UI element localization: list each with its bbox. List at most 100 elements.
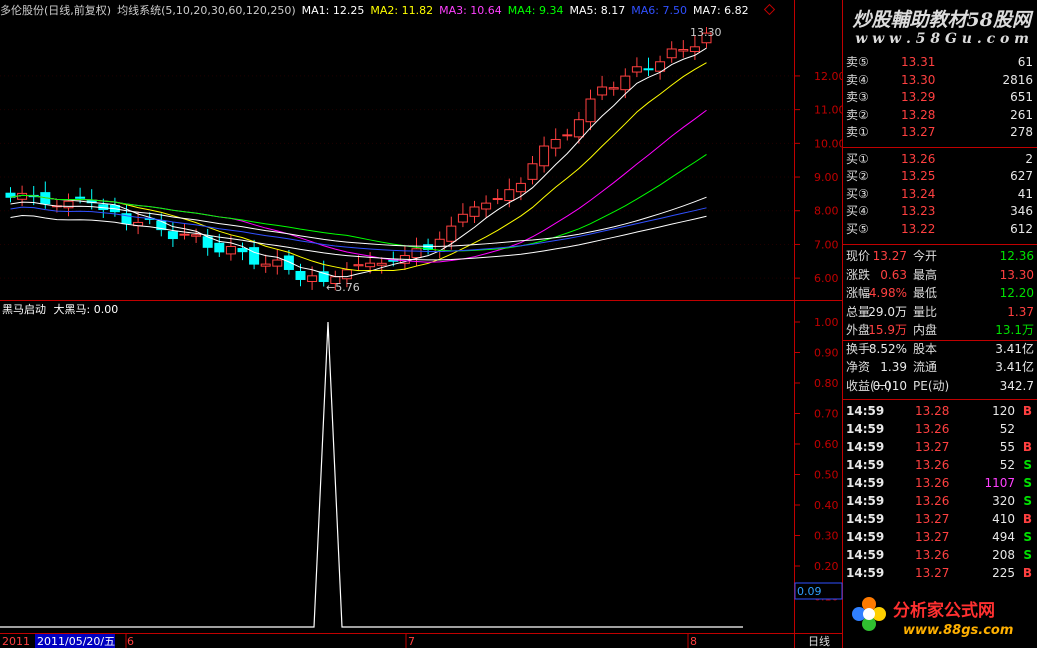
candle-up[interactable]	[620, 75, 631, 91]
tick-direction-flag: B	[1022, 566, 1032, 580]
candle-up[interactable]	[481, 202, 492, 210]
candle-up[interactable]	[179, 233, 190, 236]
ask-price: 13.29	[901, 90, 936, 105]
tick-volume: 1107	[984, 476, 1015, 490]
stat-value: 1.37	[1007, 304, 1034, 319]
stat-value: 8.52%	[868, 341, 907, 356]
candle-up[interactable]	[527, 163, 538, 180]
bid-price: 13.25	[901, 169, 936, 184]
candle-down[interactable]	[75, 196, 86, 199]
high-price-label: 13.30	[690, 26, 722, 39]
candle-up[interactable]	[504, 189, 515, 202]
price-axis-label: 10.00	[814, 137, 843, 150]
tick-time: 14:59	[846, 458, 885, 472]
candle-up[interactable]	[550, 138, 561, 149]
book-divider	[843, 147, 1037, 148]
candle-up[interactable]	[573, 119, 584, 138]
stat-value: 29.0万	[868, 304, 907, 319]
candle-up[interactable]	[515, 182, 526, 193]
candle-down[interactable]	[249, 247, 260, 265]
tick-volume: 494	[992, 530, 1015, 544]
bid-row: 买⑤ 13.22 612	[843, 220, 1037, 238]
candle-up[interactable]	[608, 87, 619, 90]
tick-volume: 120	[992, 404, 1015, 418]
stat-row: 换手 8.52% 股本 3.41亿	[843, 340, 1037, 358]
bid-label: 买⑤	[846, 221, 869, 236]
candle-up[interactable]	[457, 213, 468, 223]
low-price-label: ←5.76	[326, 281, 360, 294]
stat-value: 15.9万	[868, 323, 907, 337]
candle-down[interactable]	[237, 248, 248, 253]
indicator-axis-label: 0.20	[814, 560, 839, 573]
stat-value: 3.41亿	[995, 360, 1034, 374]
tick-direction-flag: S	[1023, 530, 1032, 544]
candle-up[interactable]	[469, 206, 480, 217]
bid-volume: 41	[1017, 186, 1033, 201]
stat-label: 换手	[846, 341, 871, 356]
tick-time: 14:59	[846, 548, 885, 562]
candle-up[interactable]	[353, 264, 364, 267]
candle-up[interactable]	[539, 145, 550, 167]
indicator-axis-label: 1.00	[814, 316, 839, 329]
candle-up[interactable]	[376, 262, 387, 266]
candle-down[interactable]	[167, 231, 178, 240]
tick-time: 14:59	[846, 422, 885, 436]
tick-row: 14:59 13.26 1107 S	[843, 474, 1037, 492]
indicator-axis-label: 0.40	[814, 499, 839, 512]
tick-direction-flag: S	[1023, 548, 1032, 562]
tick-price: 13.26	[915, 476, 950, 490]
stat-label: 外盘	[846, 323, 871, 337]
tick-row: 14:59 13.26 208 S	[843, 546, 1037, 564]
candle-up[interactable]	[411, 248, 422, 259]
indicator-axis-label: 0.70	[814, 408, 839, 421]
ask-row: 卖③ 13.29 651	[843, 88, 1037, 106]
tick-row: 14:59 13.26 52	[843, 420, 1037, 438]
candle-up[interactable]	[272, 259, 283, 267]
candle-up[interactable]	[365, 262, 376, 268]
price-axis-label: 7.00	[814, 238, 839, 251]
candle-down[interactable]	[283, 255, 294, 270]
stat-value: 12.20	[999, 286, 1034, 300]
ask-volume: 2816	[1002, 72, 1033, 87]
stat-label: 现价	[846, 249, 871, 263]
candle-up[interactable]	[307, 275, 318, 282]
candle-up[interactable]	[341, 269, 352, 280]
candle-up[interactable]	[631, 66, 642, 73]
tick-volume: 320	[992, 494, 1015, 508]
price-axis-label: 9.00	[814, 171, 839, 184]
candle-up[interactable]	[562, 134, 573, 137]
stat-row: 净资 1.39 流通 3.41亿	[843, 358, 1037, 376]
candle-up[interactable]	[492, 198, 503, 201]
candle-down[interactable]	[643, 68, 654, 71]
tick-volume: 225	[992, 566, 1015, 580]
tick-time: 14:59	[846, 494, 885, 508]
ask-row: 卖⑤ 13.31 61	[843, 53, 1037, 71]
candle-up[interactable]	[597, 86, 608, 96]
price-chart-canvas[interactable]: 12.00 11.00 10.00 9.00 8.00 7.00 6.00 13.30 ←5.7…	[0, 0, 843, 648]
cursor-value-label: 0.09	[797, 585, 822, 598]
stat-value: 0.63	[880, 267, 907, 282]
candle-down[interactable]	[214, 242, 225, 253]
bid-price: 13.22	[901, 221, 936, 236]
expand-diamond-icon[interactable]	[763, 3, 776, 16]
bid-row: 买③ 13.24 41	[843, 185, 1037, 203]
stat-value: 13.27	[872, 249, 907, 263]
watermark-88gs-title: 分析家公式网	[893, 601, 995, 621]
tick-volume: 52	[999, 458, 1015, 472]
candle-up[interactable]	[191, 234, 202, 237]
candle-up[interactable]	[689, 46, 700, 53]
price-axis-label: 6.00	[814, 272, 839, 285]
candle-up[interactable]	[260, 263, 271, 267]
candle-up[interactable]	[666, 48, 677, 59]
ask-label: 卖②	[846, 107, 869, 122]
candle-up[interactable]	[446, 225, 457, 242]
candle-down[interactable]	[295, 270, 306, 280]
candle-up[interactable]	[585, 98, 596, 123]
stat-value: 13.30	[999, 267, 1034, 282]
candle-up[interactable]	[225, 245, 236, 255]
bid-volume: 2	[1025, 152, 1033, 166]
bid-label: 买③	[846, 186, 869, 201]
tick-price: 13.26	[915, 458, 950, 472]
candle-up[interactable]	[678, 49, 689, 52]
cursor-date-label: 2011/05/20/五	[37, 635, 115, 648]
